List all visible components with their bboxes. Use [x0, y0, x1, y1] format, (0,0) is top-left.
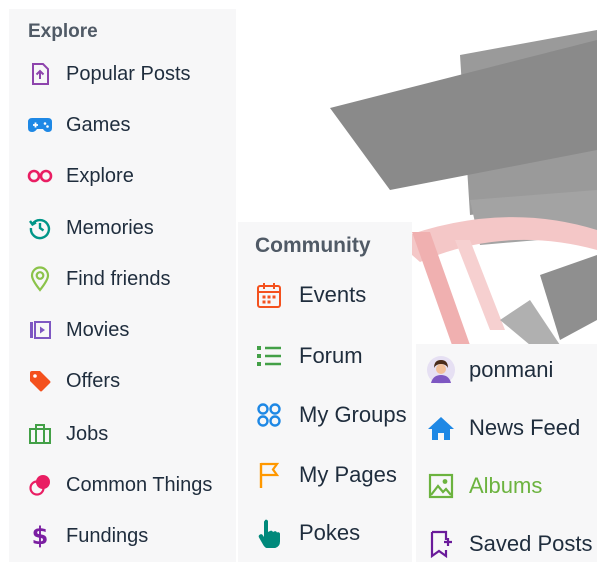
- menu-item-label: Albums: [469, 473, 543, 498]
- menu-item-offers[interactable]: Offers: [27, 366, 120, 396]
- location-pin-icon: [27, 266, 53, 292]
- menu-item-label: Movies: [66, 318, 130, 341]
- menu-item-saved-posts[interactable]: Saved Posts: [426, 527, 593, 561]
- menu-item-label: Games: [66, 113, 131, 136]
- menu-item-label: Explore: [66, 164, 134, 187]
- menu-item-label: Offers: [66, 369, 121, 392]
- menu-item-label: Memories: [66, 216, 154, 239]
- pointing-hand-icon: [254, 518, 284, 548]
- gamepad-icon: [27, 112, 53, 138]
- explore-menu-title: Explore: [28, 21, 98, 42]
- menu-item-popular-posts[interactable]: Popular Posts: [27, 59, 191, 89]
- briefcase-icon: [27, 421, 53, 447]
- menu-item-memories[interactable]: Memories: [27, 213, 154, 243]
- menu-item-label: News Feed: [469, 415, 581, 440]
- image-icon: [426, 471, 456, 501]
- film-icon: [27, 317, 53, 343]
- menu-item-label: Find friends: [66, 267, 171, 290]
- explore-menu-panel: Explore Popular Posts Games Explore Memo…: [9, 9, 236, 562]
- glasses-icon: [27, 163, 53, 189]
- menu-item-common-things[interactable]: Common Things: [27, 470, 212, 500]
- menu-item-label: Saved Posts: [469, 531, 593, 556]
- groups-icon: [254, 400, 284, 430]
- menu-item-label: Popular Posts: [66, 62, 191, 85]
- menu-item-label: Common Things: [66, 473, 213, 496]
- menu-item-my-groups[interactable]: My Groups: [254, 398, 407, 432]
- menu-item-fundings[interactable]: $ Fundings: [27, 521, 149, 551]
- menu-item-forum[interactable]: Forum: [254, 339, 363, 373]
- dollar-icon: $: [31, 522, 49, 550]
- menu-item-label: My Groups: [299, 402, 407, 427]
- menu-item-label: Jobs: [66, 422, 109, 445]
- menu-item-games[interactable]: Games: [27, 110, 130, 140]
- list-icon: [254, 341, 284, 371]
- menu-item-label: My Pages: [299, 462, 397, 487]
- history-icon: [27, 215, 53, 241]
- avatar-icon: [426, 355, 456, 385]
- menu-item-movies[interactable]: Movies: [27, 315, 129, 345]
- menu-item-my-pages[interactable]: My Pages: [254, 458, 397, 492]
- home-icon: [426, 413, 456, 443]
- menu-item-albums[interactable]: Albums: [426, 469, 542, 503]
- menu-item-pokes[interactable]: Pokes: [254, 516, 360, 550]
- circles-icon: [27, 472, 53, 498]
- community-menu-title: Community: [255, 234, 371, 257]
- flag-icon: [254, 460, 284, 490]
- menu-item-events[interactable]: Events: [254, 278, 366, 312]
- menu-item-label: Events: [299, 282, 367, 307]
- bookmark-add-icon: [426, 529, 456, 559]
- user-menu-panel: ponmani News Feed Albums Saved Posts: [416, 344, 597, 562]
- calendar-icon: [254, 280, 284, 310]
- menu-item-label: Fundings: [66, 524, 149, 547]
- menu-item-profile[interactable]: ponmani: [426, 353, 553, 387]
- menu-item-jobs[interactable]: Jobs: [27, 419, 108, 449]
- menu-item-label: Pokes: [299, 520, 361, 545]
- tag-icon: [27, 368, 53, 394]
- menu-item-label: ponmani: [469, 357, 554, 382]
- menu-item-find-friends[interactable]: Find friends: [27, 264, 171, 294]
- menu-item-explore[interactable]: Explore: [27, 161, 134, 191]
- menu-item-news-feed[interactable]: News Feed: [426, 411, 580, 445]
- document-upload-icon: [27, 61, 53, 87]
- menu-item-label: Forum: [299, 343, 363, 368]
- community-menu-panel: Community Events Forum My Groups My Page…: [238, 222, 412, 562]
